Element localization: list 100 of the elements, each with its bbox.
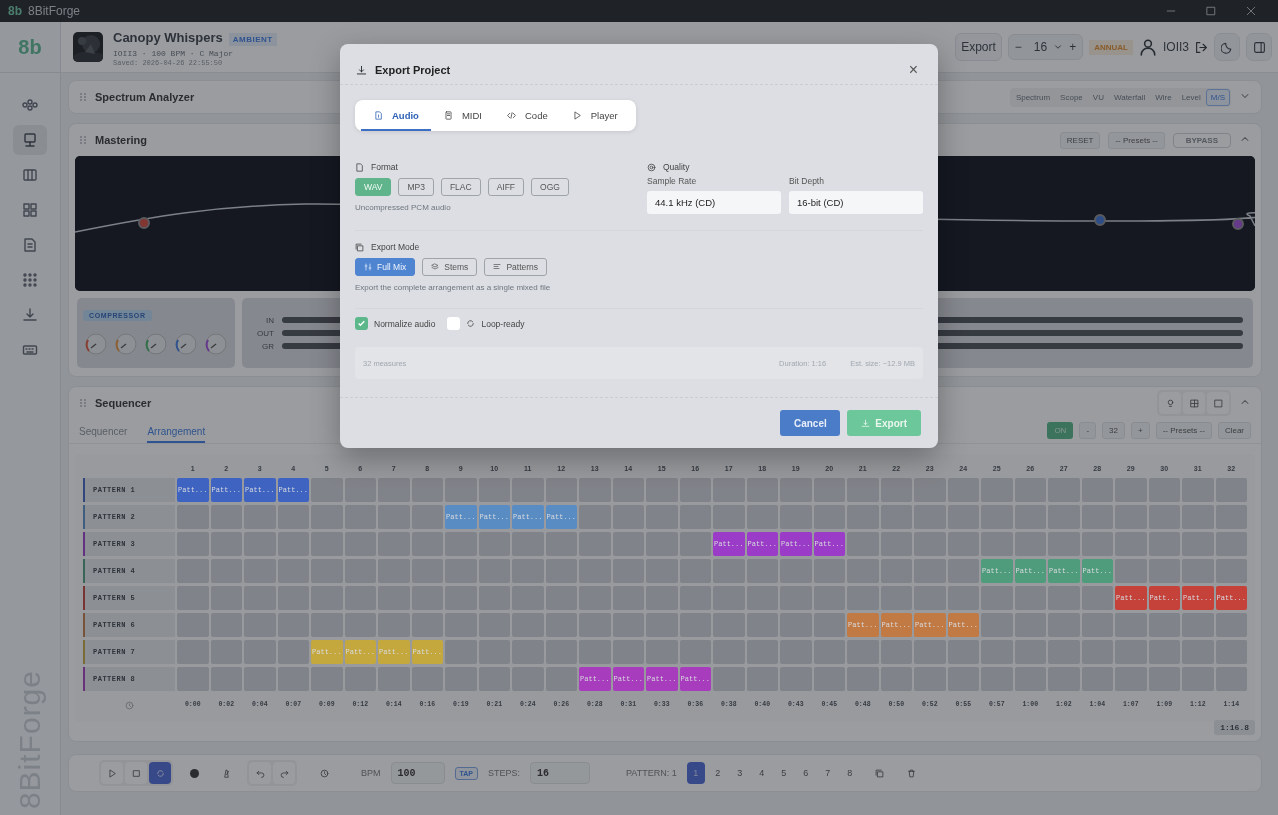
length-value: 32 xyxy=(1102,422,1125,439)
drag-handle-icon[interactable] xyxy=(79,92,87,102)
knob[interactable] xyxy=(144,332,168,356)
play-button[interactable] xyxy=(101,762,123,784)
pattern-button[interactable]: 5 xyxy=(774,762,793,784)
export-tab[interactable]: Player xyxy=(559,104,630,131)
clear-button[interactable]: Clear xyxy=(1217,422,1251,439)
pattern-button[interactable]: 3 xyxy=(730,762,749,784)
export-button[interactable]: Export xyxy=(955,33,1002,61)
redo-icon xyxy=(279,768,289,778)
knob[interactable] xyxy=(114,332,138,356)
close-icon[interactable] xyxy=(1246,6,1256,16)
maximize-icon[interactable] xyxy=(1206,6,1216,16)
download-icon[interactable] xyxy=(22,307,38,323)
steps-field[interactable]: 16 xyxy=(530,762,590,784)
section-label: Format xyxy=(371,162,398,172)
pattern-button[interactable]: 1 xyxy=(686,762,705,784)
sequencer-tab[interactable]: Sequencer xyxy=(79,426,128,443)
minus-button[interactable]: - xyxy=(1079,422,1097,439)
record-icon xyxy=(189,768,199,778)
user-avatar-icon xyxy=(1139,38,1157,56)
theme-button[interactable] xyxy=(1214,33,1240,61)
format-option[interactable]: OGG xyxy=(531,178,569,196)
keyboard-icon[interactable] xyxy=(22,342,38,358)
pattern-button[interactable]: 4 xyxy=(752,762,771,784)
format-option[interactable]: MP3 xyxy=(398,178,434,196)
checkbox-label[interactable]: Loop-ready xyxy=(481,318,525,329)
sample-rate-field[interactable]: 44.1 kHz (CD) xyxy=(647,191,781,214)
piano-icon[interactable] xyxy=(22,167,38,183)
drag-handle-icon[interactable] xyxy=(79,398,87,408)
mode-option[interactable]: Stems xyxy=(422,258,478,276)
format-option[interactable]: FLAC xyxy=(440,178,481,196)
square-icon xyxy=(1213,398,1223,408)
plus-button[interactable]: + xyxy=(1130,422,1150,439)
view-button[interactable] xyxy=(1207,392,1229,414)
file-icon xyxy=(355,162,364,172)
export-tab[interactable]: MIDI xyxy=(430,104,494,131)
pattern-button[interactable]: 7 xyxy=(818,762,837,784)
checkbox-label[interactable]: Normalize audio xyxy=(374,318,436,329)
section-label: Export Mode xyxy=(371,242,420,252)
export-tab[interactable]: Audio xyxy=(361,104,431,131)
presets-dropdown[interactable]: -- Presets -- xyxy=(1108,131,1165,149)
pattern-button[interactable]: 2 xyxy=(708,762,727,784)
chevron-down-icon[interactable] xyxy=(1053,42,1064,52)
view-button[interactable] xyxy=(1159,392,1181,414)
close-button[interactable]: × xyxy=(904,61,922,79)
sequencer-tab[interactable]: Arrangement xyxy=(147,426,206,443)
moon-icon xyxy=(1220,40,1234,54)
undo-button[interactable] xyxy=(249,762,271,784)
view-button[interactable] xyxy=(1183,392,1205,414)
pattern-button[interactable]: 8 xyxy=(840,762,859,784)
zoom-stepper[interactable]: − 16 + xyxy=(1007,34,1084,60)
dots-grid-icon[interactable] xyxy=(22,272,38,288)
drag-handle-icon[interactable] xyxy=(79,135,87,145)
view-tab[interactable]: Spectrum xyxy=(1010,88,1056,106)
bypass-button[interactable]: BYPASS xyxy=(1172,132,1231,148)
stop-button[interactable] xyxy=(125,762,147,784)
minus-button[interactable]: − xyxy=(1008,35,1028,59)
app-logo: 8b xyxy=(8,4,22,18)
view-tab[interactable]: Scope xyxy=(1055,88,1088,106)
knob[interactable] xyxy=(204,332,228,356)
file-icon xyxy=(443,111,453,120)
view-tab[interactable]: M/S xyxy=(1205,88,1230,106)
reset-button[interactable]: RESET xyxy=(1059,131,1101,149)
clock-icon xyxy=(319,768,329,778)
knob[interactable] xyxy=(84,332,108,356)
monitor-icon[interactable] xyxy=(22,132,38,148)
checkbox[interactable] xyxy=(447,317,461,330)
panel-title: Sequencer xyxy=(95,397,152,409)
plus-button[interactable]: + xyxy=(1063,35,1083,59)
mode-hint: Export the complete arrangement as a single mixed file xyxy=(355,283,552,292)
mode-option[interactable]: Full Mix xyxy=(355,258,416,276)
user-name[interactable]: IOII3 xyxy=(1163,40,1189,54)
logout-icon[interactable] xyxy=(1195,40,1208,54)
view-tab[interactable]: VU xyxy=(1087,88,1109,106)
view-tab[interactable]: Waterfall xyxy=(1108,88,1151,106)
sidebar-item[interactable] xyxy=(13,125,47,155)
bit-depth-field[interactable]: 16-bit (CD) xyxy=(789,191,923,214)
panel-toggle-button[interactable] xyxy=(1246,33,1272,61)
sidebar-panel-icon xyxy=(1252,40,1266,54)
book-icon[interactable] xyxy=(22,237,38,253)
redo-button[interactable] xyxy=(273,762,295,784)
mode-option[interactable]: Patterns xyxy=(484,258,548,276)
metronome-icon xyxy=(221,768,231,778)
format-option[interactable]: AIFF xyxy=(487,178,525,196)
undo-icon xyxy=(255,768,265,778)
bpm-field[interactable]: 100 xyxy=(390,762,445,784)
pattern-button[interactable]: 6 xyxy=(796,762,815,784)
knob[interactable] xyxy=(174,332,198,356)
loop-button[interactable] xyxy=(149,762,171,784)
presets-dropdown[interactable]: -- Presets -- xyxy=(1155,422,1212,439)
cancel-button[interactable]: Cancel xyxy=(780,410,841,436)
grid-icon[interactable] xyxy=(22,202,38,218)
export-tab[interactable]: Code xyxy=(494,104,560,131)
view-tab[interactable]: Wire xyxy=(1150,88,1177,106)
zoom-value[interactable]: 16 xyxy=(1027,35,1054,59)
checkbox[interactable] xyxy=(355,317,368,330)
nodes-icon[interactable] xyxy=(22,97,38,113)
view-tab[interactable]: Level xyxy=(1176,88,1206,106)
format-option[interactable]: WAV xyxy=(355,178,392,196)
